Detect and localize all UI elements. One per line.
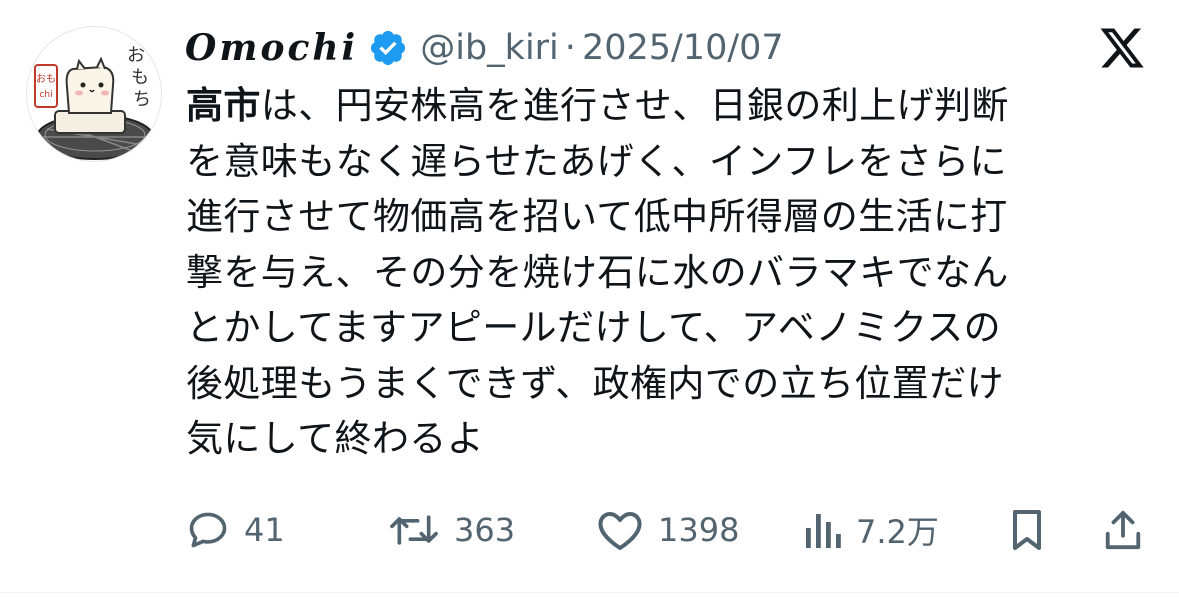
svg-text:chi: chi (39, 90, 52, 100)
repost-icon (390, 515, 438, 545)
avatar[interactable]: おも chi お も ち (26, 26, 162, 162)
tweet-card: おも chi お も ち Omochi @ib_kiri · 2025/10/0… (0, 0, 1179, 599)
x-logo-icon (1098, 24, 1146, 72)
like-count: 1398 (658, 511, 740, 549)
share-button[interactable] (1102, 500, 1144, 560)
tweet-text-line-6: 後処理もうまくできず、政権内での立ち位置だけ (186, 361, 1004, 405)
separator-dot: · (564, 28, 576, 68)
tweet-header: Omochi @ib_kiri · 2025/10/07 (185, 20, 784, 76)
views-button[interactable]: 7.2万 (802, 500, 939, 560)
like-icon (598, 512, 642, 550)
tweet-text-line-3: 進行させて物価高を招いて低中所得層の生活に打 (186, 195, 1008, 238)
tweet-bold-text: 高市 (186, 84, 261, 127)
post-date[interactable]: 2025/10/07 (582, 28, 784, 68)
tweet-text-line-2: を意味もなく遅らせたあげく、インフレをさらに (186, 139, 1007, 183)
svg-text:も: も (131, 67, 149, 88)
tweet-text-line-1-rest: は、円安株高を進行させ、日銀の利上げ判断 (260, 84, 1009, 127)
divider (0, 592, 1179, 593)
reply-count: 41 (244, 511, 285, 549)
svg-text:ち: ち (133, 89, 151, 110)
verified-badge-icon (368, 28, 408, 68)
tweet-text-line-1: 高市は、円安株高を進行させ、日銀の利上げ判断 (186, 78, 1146, 134)
share-icon (1105, 510, 1141, 550)
display-name[interactable]: Omochi (185, 27, 358, 69)
tweet-text: 高市は、円安株高を進行させ、日銀の利上げ判断 を意味もなく遅らせたあげく、インフ… (186, 78, 1146, 467)
tweet-text-line-7: 気にして終わるよ (186, 417, 485, 460)
bookmark-icon (1013, 510, 1041, 550)
tweet-text-line-4: 撃を与え、その分を焼け石に水のバラマキでなん (186, 250, 1009, 294)
like-button[interactable]: 1398 (596, 500, 739, 560)
avatar-mochi-illustration: おも chi お も ち (34, 45, 154, 160)
tweet-text-line-5: とかしてますアピールだけして、アベノミクスの (186, 306, 1002, 349)
views-icon (806, 514, 841, 548)
reply-button[interactable]: 41 (186, 500, 285, 560)
svg-text:おも: おも (36, 73, 56, 85)
user-handle[interactable]: @ib_kiri (420, 28, 559, 68)
view-count: 7.2万 (856, 513, 939, 551)
repost-button[interactable]: 363 (388, 500, 515, 560)
bookmark-button[interactable] (1008, 500, 1046, 560)
reply-icon (189, 512, 227, 548)
repost-count: 363 (454, 511, 516, 549)
action-bar: 41 363 1398 7.2万 (0, 500, 1179, 560)
svg-text:お: お (127, 45, 145, 66)
